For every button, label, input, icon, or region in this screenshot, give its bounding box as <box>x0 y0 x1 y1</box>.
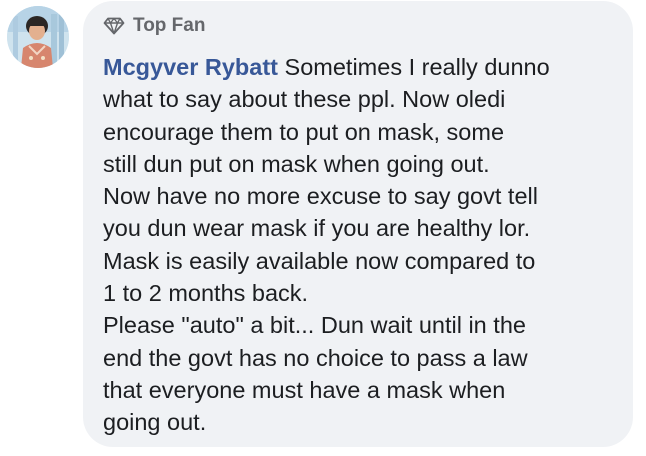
avatar[interactable] <box>7 6 69 68</box>
comment-bubble: Top Fan Mcgyver Rybatt Sometimes I reall… <box>83 1 633 447</box>
diamond-icon <box>103 17 125 35</box>
comment-text: Sometimes I really dunno what to say abo… <box>103 54 550 436</box>
comment-content: Mcgyver Rybatt Sometimes I really dunno … <box>103 51 613 439</box>
badge-label: Top Fan <box>133 15 206 36</box>
avatar-image <box>7 6 69 68</box>
top-fan-badge[interactable]: Top Fan <box>103 13 613 39</box>
author-name-link[interactable]: Mcgyver Rybatt <box>103 54 278 80</box>
